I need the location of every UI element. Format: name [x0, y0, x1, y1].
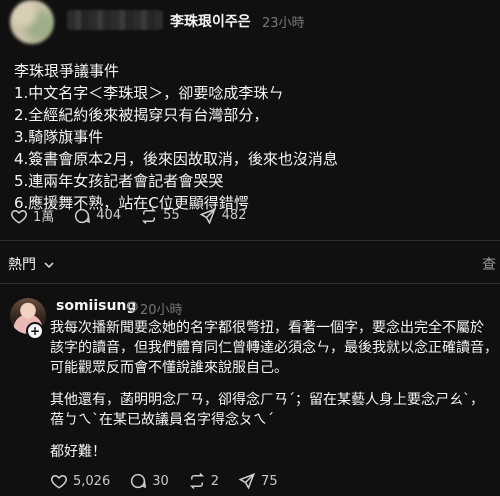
post-line: 3.騎隊旗事件 [14, 128, 104, 146]
share-count: 75 [261, 473, 278, 489]
share-button[interactable]: 75 [238, 472, 278, 490]
post-username[interactable]: 李珠珢이주은 [170, 11, 251, 31]
post-line: 李珠珢爭議事件 [14, 62, 120, 80]
reply-line: 都好難！ [50, 444, 106, 460]
like-count: 1萬 [33, 210, 55, 225]
post-line: 5.連兩年女孩記者會記者會哭哭 [14, 172, 224, 190]
send-icon [238, 472, 256, 490]
post-line: 4.簽書會原本2月，後來因故取消，後來也沒消息 [14, 150, 338, 168]
chevron-down-icon [44, 262, 55, 269]
repost-count: 55 [163, 208, 180, 223]
comment-count: 30 [152, 473, 169, 489]
sort-label: 熱門 [8, 257, 36, 273]
reply-username[interactable]: somiisung [56, 298, 136, 314]
post-time: 23小時 [262, 16, 305, 31]
comment-icon [131, 473, 147, 489]
heart-icon [11, 209, 27, 224]
like-button[interactable]: 1萬 [10, 206, 54, 225]
clock-icon [127, 301, 138, 312]
reply-line: 蓓ㄅㄟˋ在某已故議員名字得念ㄆㄟˊ [50, 412, 274, 428]
reply-line: 該字的讀音，但我們體育同仁曾轉達必須念ㄣ，最後我就以念正確讀音， [50, 340, 498, 356]
send-icon [199, 207, 216, 224]
share-button[interactable]: 482 [199, 207, 247, 225]
share-count: 482 [221, 208, 247, 223]
repost-button[interactable]: 2 [188, 472, 219, 490]
sort-dropdown[interactable]: 熱門 [8, 254, 55, 274]
reply-line: 其他還有，菡明明念ㄏㄢ，卻得念ㄏㄢˊ；留在某藝人身上要念ㄕㄠˋ， [50, 392, 484, 408]
divider [0, 240, 500, 241]
reply-line: 可能觀眾反而會不懂說誰來說服自己。 [50, 360, 288, 376]
repost-button[interactable]: 55 [140, 207, 180, 225]
reply-actions: 5,026 30 2 75 [50, 472, 297, 490]
reply-body: 我每次播新聞要念她的名字都很彆扭，看著一個字，要念出完全不屬於 該字的讀音，但我… [50, 318, 498, 462]
repost-count: 2 [210, 473, 220, 489]
repost-icon [189, 472, 204, 490]
comment-count: 404 [96, 208, 122, 223]
comment-button[interactable]: 404 [73, 207, 121, 225]
post-line: 2.全經紀約後來被揭穿只有台灣部分， [14, 106, 269, 124]
post-body: 李珠珢爭議事件 1.中文名字＜李珠珢＞，卻要唸成李珠ㄣ 2.全經紀約後來被揭穿只… [14, 60, 338, 214]
comment-icon [75, 208, 91, 223]
repost-icon [142, 207, 157, 224]
like-button[interactable]: 5,026 [50, 472, 110, 490]
reply-line: 我每次播新聞要念她的名字都很彆扭，看著一個字，要念出完全不屬於 [50, 320, 484, 336]
blurred-username [67, 10, 163, 30]
reply-time: 20小時 [140, 303, 183, 318]
post-actions: 1萬 404 55 482 [10, 206, 265, 225]
heart-icon [51, 474, 67, 489]
follow-plus-icon[interactable]: + [26, 322, 44, 340]
divider [0, 283, 500, 284]
view-activity-link[interactable]: 查 [482, 254, 496, 274]
like-count: 5,026 [73, 473, 111, 489]
blurred-avatar[interactable] [10, 0, 54, 44]
comment-button[interactable]: 30 [129, 472, 169, 490]
post-line: 1.中文名字＜李珠珢＞，卻要唸成李珠ㄣ [14, 84, 284, 102]
